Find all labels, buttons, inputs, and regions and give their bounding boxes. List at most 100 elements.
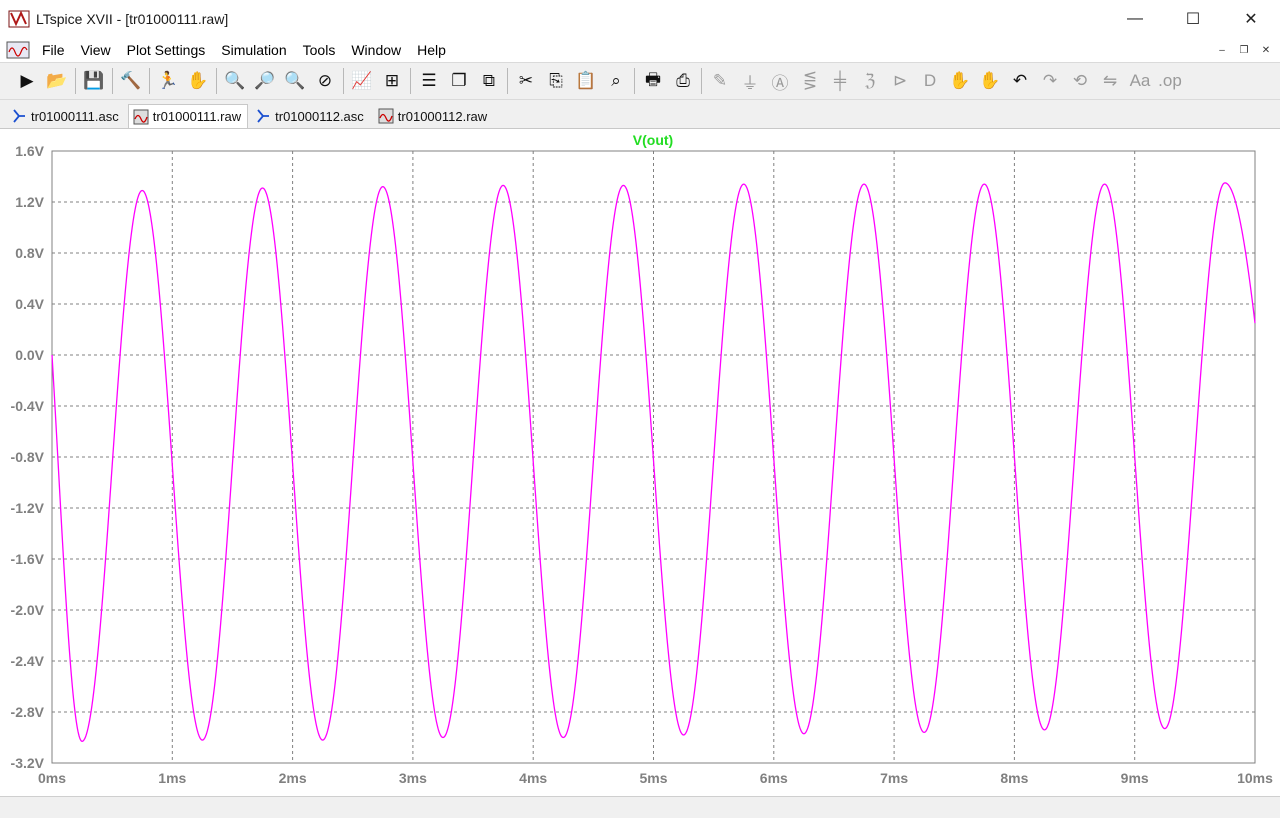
trace-label-vout[interactable]: V(out) [633,132,673,148]
tab-tr01000111-raw[interactable]: tr01000111.raw [127,104,249,128]
run-icon[interactable]: ▶ [12,67,42,95]
mdi-minimize-button[interactable]: – [1212,40,1232,60]
toolbar: ▶ 📂 💾 🔨 🏃 ✋ 🔍 🔎 🔍 ⊘ 📈 ⊞ ☰ ❐ ⧉ ✂ ⎘ 📋 ⌕ 🖶 ⎙ ✎ ⏚ Ⓐ ⋚ ╪ ℨ ⊳ D ✋ ✋ ↶ ↷ ⟲ ⇋ Aa .op [0,62,1280,100]
redo-icon[interactable]: ↷ [1035,67,1065,95]
y-tick-label: -3.2V [11,755,45,771]
print-icon[interactable]: 🖶 [638,67,668,95]
x-tick-label: 10ms [1237,770,1273,786]
y-tick-label: -1.6V [11,551,45,567]
menu-window[interactable]: Window [343,38,409,62]
resistor-icon[interactable]: ⋚ [795,67,825,95]
title-bar: LTspice XVII - [tr01000111.raw] — ☐ ✕ [0,0,1280,38]
schematic-icon [11,108,27,124]
ltspice-app-icon[interactable] [8,8,30,30]
waveform-viewer[interactable]: 1.6V 1.2V 0.8V 0.4V 0.0V -0.4V -0.8V -1.2V -1.6V… [0,128,1280,796]
open-icon[interactable]: 📂 [42,67,72,95]
x-tick-label: 1ms [158,770,186,786]
waveform-plot[interactable]: 1.6V 1.2V 0.8V 0.4V 0.0V -0.4V -0.8V -1.2V -1.6V… [0,129,1280,797]
tab-tr01000112-raw[interactable]: tr01000112.raw [373,104,494,128]
tab-label: tr01000111.raw [152,109,242,124]
tab-label: tr01000111.asc [31,108,119,124]
capacitor-icon[interactable]: ╪ [825,67,855,95]
inductor-icon[interactable]: ℨ [855,67,885,95]
tab-label: tr01000112.raw [397,108,488,124]
toolbar-separator [410,68,411,94]
waveform-icon [133,109,149,125]
toolbar-separator [701,68,702,94]
toolbar-separator [507,68,508,94]
toolbar-separator [343,68,344,94]
y-tick-label: -2.8V [11,704,45,720]
control-panel-icon[interactable]: 🔨 [116,67,146,95]
waveform-document-icon[interactable] [6,40,30,60]
y-tick-label: 1.6V [15,143,44,159]
mark-icon[interactable]: ⊞ [377,67,407,95]
status-bar [0,796,1280,818]
menu-bar: File View Plot Settings Simulation Tools… [0,38,1280,62]
halt-icon[interactable]: ✋ [183,67,213,95]
menu-plot-settings[interactable]: Plot Settings [119,38,214,62]
spice-directive-icon[interactable]: .op [1155,67,1185,95]
y-tick-label: -2.0V [11,602,45,618]
move-icon[interactable]: ✋ [945,67,975,95]
find-icon[interactable]: ⌕ [601,67,631,95]
zoom-full-icon[interactable]: 🔎 [250,67,280,95]
mdi-close-button[interactable]: ✕ [1256,40,1276,60]
toolbar-separator [75,68,76,94]
label-icon[interactable]: Ⓐ [765,67,795,95]
save-icon[interactable]: 💾 [79,67,109,95]
zoom-out-icon[interactable]: 🔍 [280,67,310,95]
rotate-icon[interactable]: ⟲ [1065,67,1095,95]
diode-icon[interactable]: ⊳ [885,67,915,95]
y-tick-label: -2.4V [11,653,45,669]
drag-icon[interactable]: ✋ [975,67,1005,95]
print-preview-icon[interactable]: ⎙ [668,67,698,95]
menu-tools[interactable]: Tools [295,38,344,62]
x-tick-label: 5ms [639,770,667,786]
y-tick-label: -0.4V [11,398,45,414]
tab-tr01000111-asc[interactable]: tr01000111.asc [6,104,126,128]
maximize-button[interactable]: ☐ [1164,0,1222,38]
minimize-button[interactable]: — [1106,0,1164,38]
waveform-icon [378,108,394,124]
wire-icon[interactable]: ✎ [705,67,735,95]
window-title: LTspice XVII - [tr01000111.raw] [36,11,229,27]
x-tick-label: 0ms [38,770,66,786]
x-tick-label: 9ms [1121,770,1149,786]
autorange-icon[interactable]: 📈 [347,67,377,95]
toolbar-separator [634,68,635,94]
toolbar-separator [112,68,113,94]
ground-icon[interactable]: ⏚ [735,67,765,95]
undo-icon[interactable]: ↶ [1005,67,1035,95]
tab-label: tr01000112.asc [275,108,364,124]
x-tick-label: 8ms [1000,770,1028,786]
component-icon[interactable]: D [915,67,945,95]
y-tick-label: 1.2V [15,194,44,210]
copy-icon[interactable]: ⎘ [541,67,571,95]
close-button[interactable]: ✕ [1222,0,1280,38]
toolbar-separator [216,68,217,94]
cut-icon[interactable]: ✂ [511,67,541,95]
paste-icon[interactable]: 📋 [571,67,601,95]
document-tab-bar: tr01000111.asc tr01000111.raw tr01000112.a… [0,100,1280,128]
x-tick-label: 4ms [519,770,547,786]
y-tick-label: 0.0V [15,347,44,363]
zoom-cancel-icon[interactable]: ⊘ [310,67,340,95]
y-tick-label: 0.8V [15,245,44,261]
menu-view[interactable]: View [73,38,119,62]
zoom-in-icon[interactable]: 🔍 [220,67,250,95]
cascade-icon[interactable]: ❐ [444,67,474,95]
menu-help[interactable]: Help [409,38,454,62]
menu-file[interactable]: File [34,38,73,62]
mirror-icon[interactable]: ⇋ [1095,67,1125,95]
menu-simulation[interactable]: Simulation [213,38,294,62]
mdi-restore-button[interactable]: ❐ [1234,40,1254,60]
y-tick-label: -0.8V [11,449,45,465]
tile-vertical-icon[interactable]: ⧉ [474,67,504,95]
x-tick-label: 7ms [880,770,908,786]
run-simulation-icon[interactable]: 🏃 [153,67,183,95]
text-icon[interactable]: Aa [1125,67,1155,95]
y-tick-label: -1.2V [11,500,45,516]
tab-tr01000112-asc[interactable]: tr01000112.asc [250,104,371,128]
tile-horizontal-icon[interactable]: ☰ [414,67,444,95]
